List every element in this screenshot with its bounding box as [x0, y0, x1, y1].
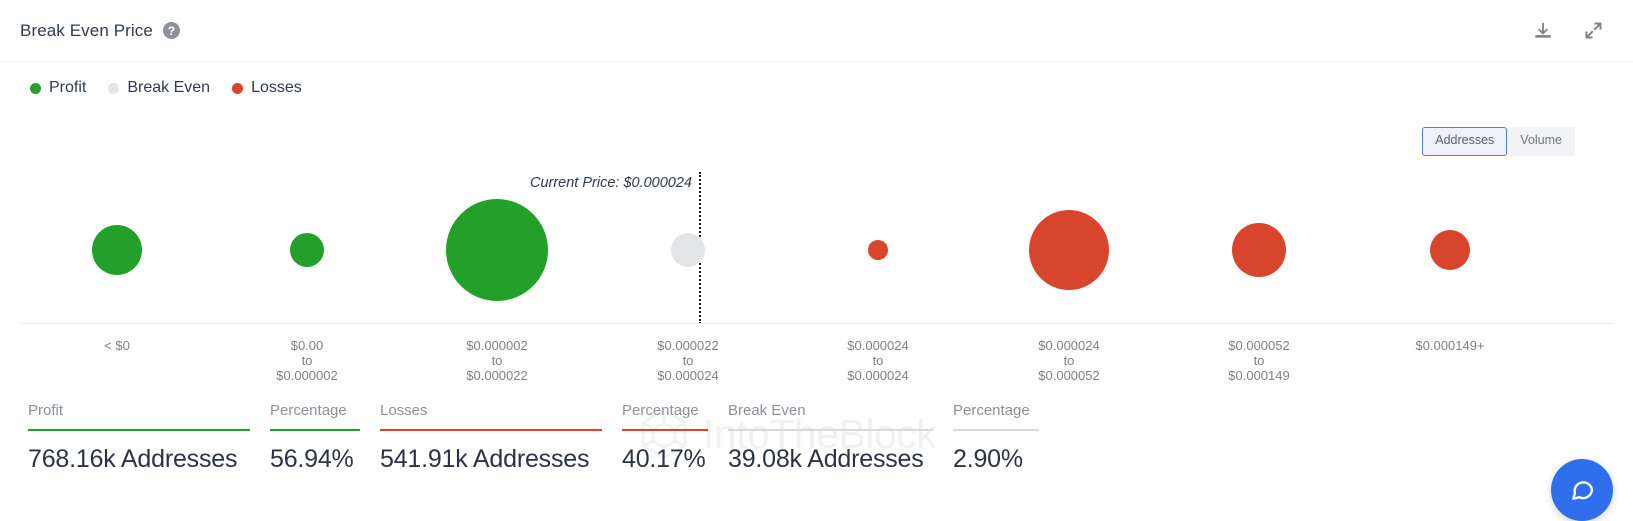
- stat-profit-percentage: Percentage 56.94%: [270, 402, 360, 474]
- stat-break-even-percentage-label: Percentage: [953, 402, 1039, 419]
- panel-header: Break Even Price ?: [0, 0, 1633, 62]
- legend-item-losses[interactable]: Losses: [232, 79, 302, 97]
- stat-break-even-percentage: Percentage 2.90%: [953, 402, 1039, 474]
- x-axis-label-6: $0.000052 to $0.000149: [1228, 338, 1289, 383]
- legend-item-profit[interactable]: Profit: [30, 79, 86, 97]
- x-axis-label-4-line3: $0.000024: [847, 368, 908, 383]
- x-axis-label-2: $0.000002 to $0.000022: [466, 338, 527, 383]
- x-axis-label-6-line1: $0.000052: [1228, 338, 1289, 353]
- stat-break-even-percentage-value: 2.90%: [953, 445, 1039, 474]
- stat-break-even-label: Break Even: [728, 402, 933, 419]
- x-axis-label-2-line1: $0.000002: [466, 338, 527, 353]
- x-axis-label-6-line3: $0.000149: [1228, 368, 1289, 383]
- toggle-addresses[interactable]: Addresses: [1422, 127, 1507, 156]
- bubble-losses-3[interactable]: [1232, 223, 1286, 277]
- chat-button[interactable]: [1551, 459, 1613, 521]
- x-axis-label-7-line1: $0.000149+: [1415, 338, 1484, 353]
- stat-losses-percentage-value: 40.17%: [622, 445, 708, 474]
- bubble-losses-1[interactable]: [868, 240, 888, 260]
- legend-dot-break-even: [108, 83, 119, 94]
- legend-dot-profit: [30, 83, 41, 94]
- stat-profit-rule: [28, 429, 250, 431]
- x-axis-labels: < $0 $0.00 to $0.000002 $0.000002 to $0.…: [0, 328, 1633, 390]
- stat-losses-percentage: Percentage 40.17%: [622, 402, 708, 474]
- x-axis-label-6-line2: to: [1228, 353, 1289, 368]
- stat-profit-value: 768.16k Addresses: [28, 445, 250, 474]
- x-axis-label-4-line2: to: [847, 353, 908, 368]
- page-title: Break Even Price: [20, 21, 153, 41]
- x-axis-label-1-line2: to: [276, 353, 337, 368]
- legend-label-losses: Losses: [251, 79, 302, 97]
- current-price-annotation: Current Price: $0.000024: [530, 175, 692, 191]
- stat-losses-label: Losses: [380, 402, 602, 419]
- legend-item-break-even[interactable]: Break Even: [108, 79, 210, 97]
- x-axis-label-5-line3: $0.000052: [1038, 368, 1099, 383]
- x-axis-label-3-line3: $0.000024: [657, 368, 718, 383]
- x-axis-label-0-line1: < $0: [104, 338, 130, 353]
- stat-profit-percentage-value: 56.94%: [270, 445, 360, 474]
- bubble-profit-1[interactable]: [92, 225, 142, 275]
- header-actions: [1531, 19, 1605, 43]
- stat-profit-percentage-label: Percentage: [270, 402, 360, 419]
- bubble-losses-4[interactable]: [1430, 230, 1470, 270]
- stat-losses-value: 541.91k Addresses: [380, 445, 602, 474]
- expand-icon[interactable]: [1581, 19, 1605, 43]
- stat-break-even-value: 39.08k Addresses: [728, 445, 933, 474]
- stat-profit-label: Profit: [28, 402, 250, 419]
- summary-stats: Profit 768.16k Addresses Percentage 56.9…: [0, 402, 1633, 474]
- stat-break-even-percentage-rule: [953, 429, 1039, 431]
- bubble-losses-2[interactable]: [1029, 210, 1109, 290]
- x-axis-label-3-line2: to: [657, 353, 718, 368]
- stat-losses-rule: [380, 429, 602, 431]
- x-axis-label-4: $0.000024 to $0.000024: [847, 338, 908, 383]
- chat-icon: [1568, 476, 1596, 504]
- legend-label-break-even: Break Even: [127, 79, 210, 97]
- x-axis-label-3-line1: $0.000022: [657, 338, 718, 353]
- x-axis-label-5: $0.000024 to $0.000052: [1038, 338, 1099, 383]
- x-axis-label-0: < $0: [104, 338, 130, 353]
- x-axis-label-1-line3: $0.000002: [276, 368, 337, 383]
- x-axis-label-5-line1: $0.000024: [1038, 338, 1099, 353]
- stat-losses-percentage-rule: [622, 429, 708, 431]
- stat-break-even-rule: [728, 429, 933, 431]
- x-axis-label-7: $0.000149+: [1415, 338, 1484, 353]
- stat-profit-percentage-rule: [270, 429, 360, 431]
- stat-losses-percentage-label: Percentage: [622, 402, 708, 419]
- x-axis-label-4-line1: $0.000024: [847, 338, 908, 353]
- stat-losses: Losses 541.91k Addresses: [380, 402, 602, 474]
- stat-profit: Profit 768.16k Addresses: [28, 402, 250, 474]
- bubble-profit-2[interactable]: [290, 233, 324, 267]
- x-axis-label-2-line3: $0.000022: [466, 368, 527, 383]
- question-mark-icon[interactable]: ?: [163, 22, 180, 39]
- x-axis-label-1: $0.00 to $0.000002: [276, 338, 337, 383]
- stat-break-even: Break Even 39.08k Addresses: [728, 402, 933, 474]
- x-axis-label-5-line2: to: [1038, 353, 1099, 368]
- legend-dot-losses: [232, 83, 243, 94]
- legend-label-profit: Profit: [49, 79, 86, 97]
- chart-legend: Profit Break Even Losses: [0, 62, 1633, 92]
- bubble-chart-plot-area[interactable]: IntoTheBlock Current Price: $0.000024: [0, 150, 1633, 325]
- x-axis-label-1-line1: $0.00: [276, 338, 337, 353]
- bubble-break-even[interactable]: [671, 233, 705, 267]
- download-icon[interactable]: [1531, 19, 1555, 43]
- x-axis-label-3: $0.000022 to $0.000024: [657, 338, 718, 383]
- x-axis-line: [20, 323, 1613, 324]
- bubble-profit-3[interactable]: [446, 199, 548, 301]
- x-axis-label-2-line2: to: [466, 353, 527, 368]
